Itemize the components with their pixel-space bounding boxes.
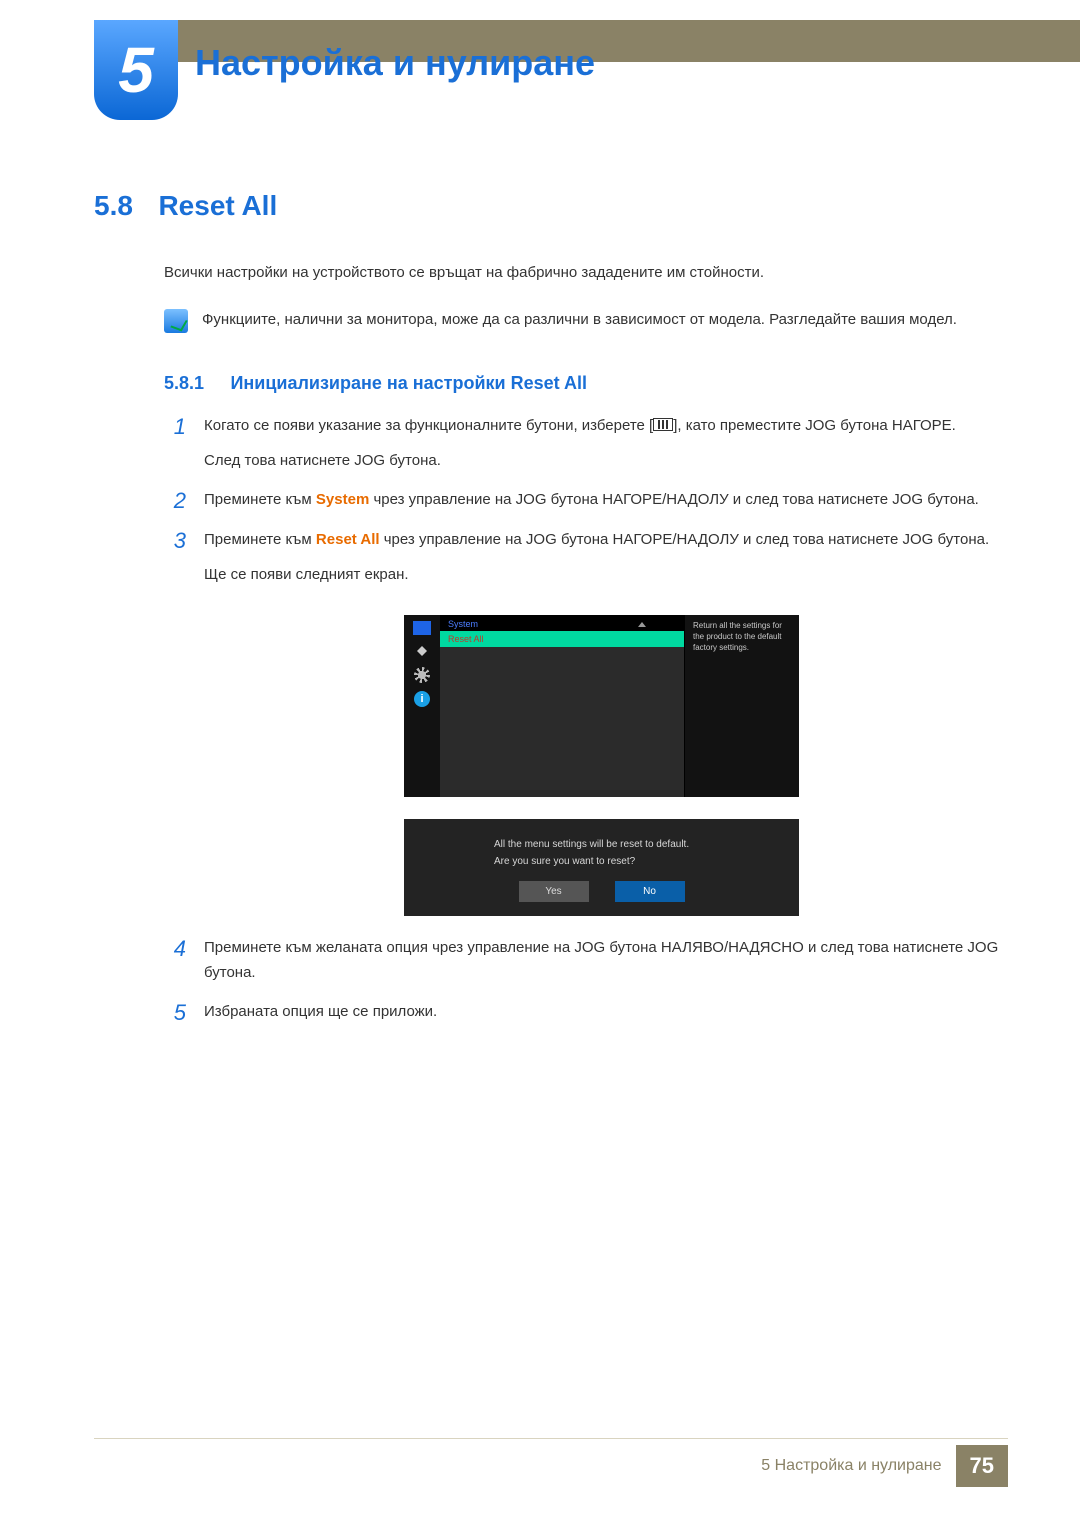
- osd-help-text: Return all the settings for the product …: [684, 615, 799, 797]
- step-2: 2 Преминете към System чрез управление н…: [164, 488, 1000, 514]
- subsection-title: Инициализиране на настройки Reset All: [230, 373, 587, 393]
- section-heading: 5.8 Reset All: [94, 190, 1000, 222]
- osd-figure: i System Reset All Return all the settin…: [404, 615, 1000, 916]
- step3-a: Преминете към: [204, 531, 316, 548]
- step-1: 1 Когато се появи указание за функционал…: [164, 414, 1000, 474]
- step-number: 2: [164, 488, 186, 514]
- monitor-icon: [413, 621, 431, 635]
- note-text: Функциите, налични за монитора, може да …: [202, 309, 957, 332]
- chapter-title: Настройка и нулиране: [195, 42, 595, 84]
- section-title: Reset All: [158, 190, 277, 222]
- step3-highlight: Reset All: [316, 531, 380, 548]
- no-button[interactable]: No: [615, 881, 685, 902]
- step-5: 5 Избраната опция ще се приложи.: [164, 1000, 1000, 1026]
- osd-menu-screenshot: i System Reset All Return all the settin…: [404, 615, 799, 797]
- step-body: Когато се появи указание за функционални…: [204, 414, 956, 474]
- step-body: Избраната опция ще се приложи.: [204, 1000, 437, 1026]
- step1-pre: Когато се появи указание за функционални…: [204, 417, 653, 434]
- osd-menu-title-row: System: [440, 615, 684, 631]
- step-4: 4 Преминете към желаната опция чрез упра…: [164, 936, 1000, 986]
- footer-divider: [94, 1438, 1008, 1439]
- step1-post: ], като преместите JOG бутона НАГОРЕ.: [673, 417, 956, 434]
- osd-sidebar: i: [404, 615, 440, 797]
- step-number: 5: [164, 1000, 186, 1026]
- step-body: Преминете към Reset All чрез управление …: [204, 528, 989, 588]
- chevron-up-icon: [638, 622, 646, 627]
- subsection-heading: 5.8.1 Инициализиране на настройки Reset …: [164, 373, 1000, 394]
- page-number: 75: [956, 1445, 1008, 1487]
- step-number: 1: [164, 414, 186, 474]
- yes-button[interactable]: Yes: [519, 881, 589, 902]
- step-3: 3 Преминете към Reset All чрез управлени…: [164, 528, 1000, 588]
- step2-highlight: System: [316, 491, 369, 508]
- step-number: 3: [164, 528, 186, 588]
- gear-icon: [414, 667, 430, 683]
- note-icon: [164, 309, 188, 333]
- osd-confirm-line1: All the menu settings will be reset to d…: [494, 839, 709, 850]
- note-block: Функциите, налични за монитора, може да …: [164, 309, 1000, 333]
- section-number: 5.8: [94, 190, 154, 222]
- osd-confirm-dialog: All the menu settings will be reset to d…: [404, 819, 799, 916]
- osd-menu-title: System: [448, 619, 478, 629]
- osd-confirm-line2: Are you sure you want to reset?: [494, 856, 709, 867]
- chapter-badge: 5: [94, 20, 178, 120]
- step-body: Преминете към желаната опция чрез управл…: [204, 936, 1000, 986]
- osd-main-panel: System Reset All: [440, 615, 684, 797]
- osd-selected-item[interactable]: Reset All: [440, 631, 684, 647]
- footer-chapter-label: 5 Настройка и нулиране: [761, 1457, 941, 1475]
- step-number: 4: [164, 936, 186, 986]
- info-icon: i: [414, 691, 430, 707]
- chapter-number: 5: [118, 33, 154, 107]
- arrows-icon: [414, 643, 430, 659]
- menu-icon: [653, 418, 673, 431]
- step3-line2: Ще се появи следният екран.: [204, 566, 409, 583]
- page-footer: 5 Настройка и нулиране 75: [0, 1445, 1080, 1487]
- intro-text: Всички настройки на устройството се връщ…: [164, 264, 1000, 281]
- step-body: Преминете към System чрез управление на …: [204, 488, 979, 514]
- step2-a: Преминете към: [204, 491, 316, 508]
- subsection-number: 5.8.1: [164, 373, 226, 394]
- step2-b: чрез управление на JOG бутона НАГОРЕ/НАД…: [369, 491, 979, 508]
- step1-line2: След това натиснете JOG бутона.: [204, 452, 441, 469]
- osd-empty-area: [440, 647, 684, 797]
- step3-b: чрез управление на JOG бутона НАГОРЕ/НАД…: [380, 531, 990, 548]
